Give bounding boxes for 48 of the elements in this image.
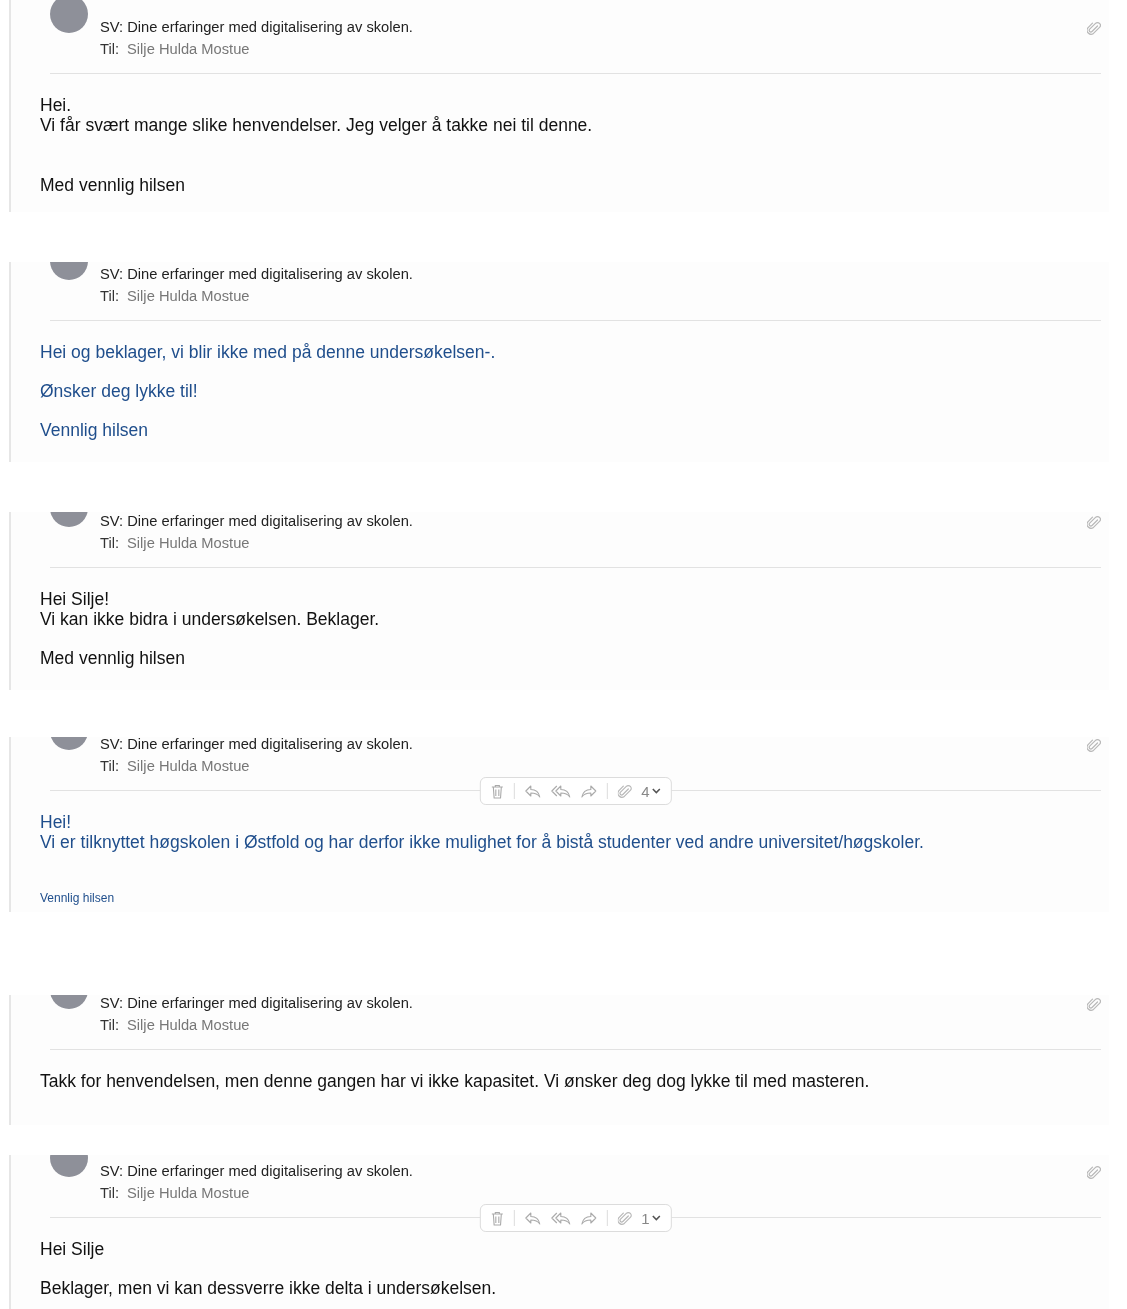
message-text: Hei! (40, 812, 73, 832)
message-text: Hei og beklager, vi blir ikke med på denne undersøkelsen-. (40, 342, 497, 362)
message-text: Vennlig hilsen (40, 420, 149, 440)
message-text: Vi kan ikke bidra i undersøkelsen. Beklager. (40, 609, 381, 629)
to-label: Til: (100, 758, 120, 775)
forward-icon[interactable] (580, 784, 597, 798)
recipient-name: Silje Hulda Mostue (127, 41, 250, 58)
to-label: Til: (100, 288, 120, 305)
recipient-name: Silje Hulda Mostue (127, 1017, 250, 1034)
recipient-name: Silje Hulda Mostue (127, 1185, 250, 1202)
email-subject: SV: Dine erfaringer med digitalisering av skolen. (100, 513, 414, 530)
recipient-name: Silje Hulda Mostue (127, 758, 250, 775)
message-text: Beklager, men vi kan dessverre ikke delta i undersøkelsen. (40, 1278, 498, 1298)
paperclip-icon (617, 783, 632, 799)
caret-icon (651, 1215, 661, 1221)
to-label: Til: (100, 535, 120, 552)
message-text: Ønsker deg lykke til! (40, 381, 199, 401)
message-text: Vi er tilknyttet høgskolen i Østfold og har derfor ikke mulighet for å bistå studenter ved andre universitet/høgskoler. (40, 832, 925, 852)
reply-icon[interactable] (524, 784, 541, 798)
reply-all-icon[interactable] (550, 1211, 571, 1225)
email-subject: SV: Dine erfaringer med digitalisering av skolen. (100, 266, 414, 283)
email-subject: SV: Dine erfaringer med digitalisering av skolen. (100, 19, 414, 36)
message-text: Med vennlig hilsen (40, 175, 186, 195)
email-subject: SV: Dine erfaringer med digitalisering av skolen. (100, 995, 414, 1012)
forward-icon[interactable] (580, 1211, 597, 1225)
message-text: Vennlig hilsen (40, 891, 116, 905)
reply-all-icon[interactable] (550, 784, 571, 798)
message-text: Vi får svært mange slike henvendelser. Jeg velger å takke nei til denne. (40, 115, 594, 135)
trash-icon[interactable] (490, 783, 504, 799)
attachment-count[interactable]: 4 (641, 782, 661, 800)
message-text: Hei. (40, 95, 73, 115)
trash-icon[interactable] (490, 1210, 504, 1226)
attachment-count[interactable]: 1 (641, 1209, 661, 1227)
to-label: Til: (100, 41, 120, 58)
avatar (50, 0, 88, 33)
recipient-name: Silje Hulda Mostue (127, 535, 250, 552)
to-label: Til: (100, 1185, 120, 1202)
message-text: Hei Silje (40, 1239, 106, 1259)
email-subject: SV: Dine erfaringer med digitalisering av skolen. (100, 737, 414, 753)
message-text: Med vennlig hilsen (40, 648, 186, 668)
caret-icon (651, 788, 661, 794)
to-label: Til: (100, 1017, 120, 1034)
paperclip-icon (617, 1210, 632, 1226)
message-text: Hei Silje! (40, 589, 111, 609)
email-subject: SV: Dine erfaringer med digitalisering av skolen. (100, 1163, 414, 1180)
recipient-name: Silje Hulda Mostue (127, 288, 250, 305)
reply-icon[interactable] (524, 1211, 541, 1225)
message-text: Takk for henvendelsen, men denne gangen har vi ikke kapasitet. Vi ønsker deg dog lykke til med masteren. (40, 1071, 871, 1091)
